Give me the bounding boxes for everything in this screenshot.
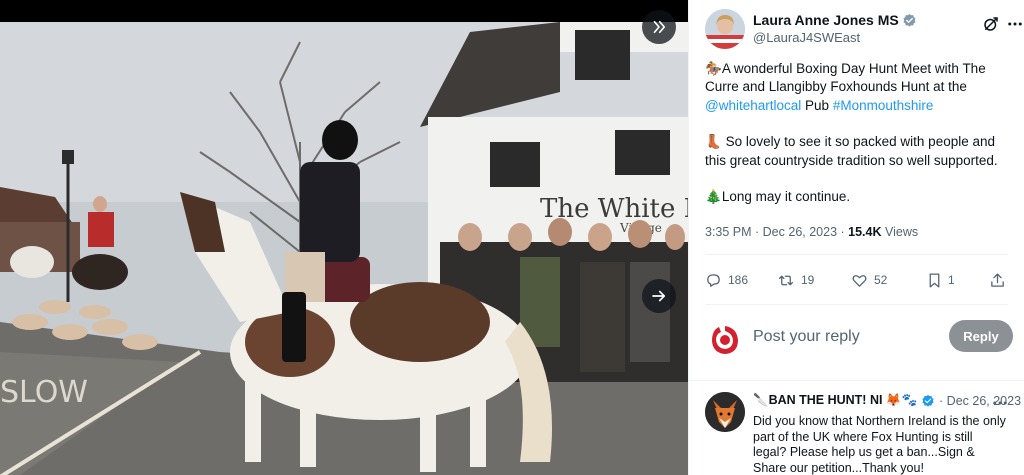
reply-author-name[interactable]: 🔪BAN THE HUNT! NI 🦊🐾 [753, 393, 917, 408]
next-image-button[interactable] [642, 279, 676, 313]
reply-post[interactable]: 🔪BAN THE HUNT! NI 🦊🐾 · Dec 26, 2023 Did … [705, 392, 1021, 475]
share-icon [991, 272, 1004, 287]
post-paragraph-2-text: So lovely to see it so packed with peopl… [705, 134, 998, 168]
share-action[interactable] [989, 270, 1006, 290]
divider [705, 254, 1008, 255]
current-user-avatar-image [705, 320, 745, 360]
post-paragraph-1-mid: Pub [805, 97, 830, 113]
reply-author-avatar[interactable] [705, 392, 745, 432]
grok-icon[interactable] [982, 15, 1000, 33]
post-paragraph-3-text: Long may it continue. [721, 189, 851, 205]
post-timestamp[interactable]: 3:35 PM · Dec 26, 2023 · [705, 225, 848, 239]
author-avatar[interactable] [705, 9, 745, 49]
verified-gray-icon [903, 13, 916, 27]
reply-icon [707, 273, 720, 287]
reply-composer: Post your reply Reply [705, 316, 1013, 364]
post-paragraph-3: 🎄Long may it continue. [705, 188, 1009, 206]
horseshoe-emoji: 🏇 [705, 61, 722, 76]
divider [705, 304, 1008, 305]
views-label: Views [884, 225, 919, 239]
media-viewer: The White Ha Village SLOW [0, 0, 688, 475]
fox-avatar-image [705, 392, 745, 432]
reply-count: 186 [728, 273, 749, 287]
reply-header: 🔪BAN THE HUNT! NI 🦊🐾 · Dec 26, 2023 [753, 393, 1021, 408]
post-photo[interactable]: The White Ha Village SLOW [0, 22, 688, 475]
like-count: 52 [874, 273, 888, 287]
author-handle[interactable]: @LauraJ4SWEast [753, 30, 860, 45]
post-meta: 3:35 PM · Dec 26, 2023 · 15.4K Views [705, 225, 918, 239]
repost-action[interactable]: 19 [777, 270, 814, 290]
reply-action[interactable]: 186 [705, 270, 748, 290]
chevrons-right-icon [653, 20, 666, 34]
reply-more-options-icon[interactable] [991, 394, 1009, 412]
reply-input[interactable]: Post your reply [753, 328, 860, 346]
repost-count: 19 [801, 273, 815, 287]
bookmark-count: 1 [948, 273, 955, 287]
current-user-avatar[interactable] [705, 320, 745, 360]
verified-blue-icon [922, 394, 934, 407]
post-viewer: The White Ha Village SLOW [0, 0, 1024, 475]
reply-button[interactable]: Reply [949, 320, 1013, 352]
media-top-bar [0, 0, 688, 22]
heart-icon [852, 274, 867, 287]
road-marking: SLOW [0, 375, 88, 410]
hashtag-link[interactable]: #Monmouthshire [833, 98, 934, 113]
post-author: Laura Anne Jones MS @LauraJ4SWEast [705, 9, 1022, 49]
photo-illustration: The White Ha Village SLOW [0, 22, 688, 475]
post-paragraph-1-text: A wonderful Boxing Day Hunt Meet with Th… [705, 61, 986, 95]
post-detail-panel: Laura Anne Jones MS @LauraJ4SWEast 🏇A wo… [688, 0, 1024, 475]
author-name[interactable]: Laura Anne Jones MS [753, 12, 917, 28]
tree-emoji: 🎄 [705, 189, 722, 205]
bookmark-action[interactable]: 1 [927, 270, 955, 290]
repost-icon [778, 275, 794, 285]
divider [689, 380, 1024, 381]
bookmark-icon [929, 272, 940, 288]
post-paragraph-2: 👢 So lovely to see it so packed with peo… [705, 133, 1009, 170]
arrow-right-icon [652, 290, 666, 302]
post-text: 🏇A wonderful Boxing Day Hunt Meet with T… [705, 60, 1009, 224]
like-action[interactable]: 52 [851, 270, 887, 290]
collapse-panel-button[interactable] [642, 10, 676, 44]
mention-link[interactable]: @whitehartlocal [705, 98, 801, 113]
author-name-text: Laura Anne Jones MS [753, 12, 899, 28]
reply-text: Did you know that Northern Ireland is th… [753, 414, 1006, 475]
author-avatar-image [705, 9, 745, 49]
more-options-icon[interactable] [1006, 15, 1024, 33]
views-count: 15.4K [848, 225, 882, 239]
post-actions: 186 19 52 1 [705, 270, 1009, 292]
post-paragraph-1: 🏇A wonderful Boxing Day Hunt Meet with T… [705, 60, 1009, 115]
boot-emoji: 👢 [705, 134, 722, 150]
